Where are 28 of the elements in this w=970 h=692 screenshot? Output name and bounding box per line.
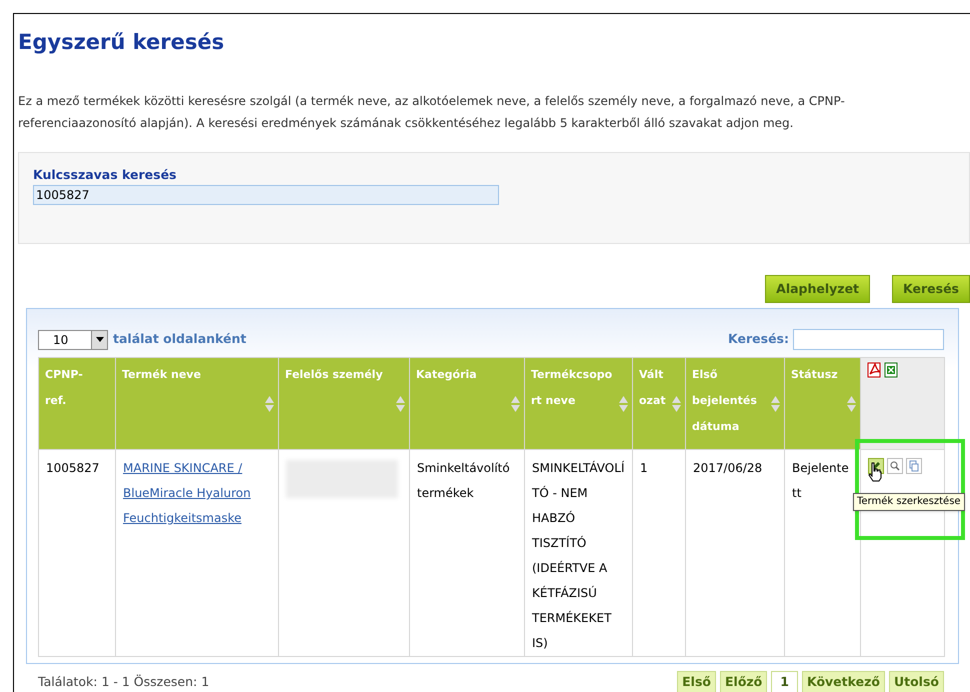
tooltip: Termék szerkesztése [853,493,965,511]
hand-cursor-icon [868,462,882,482]
pdf-export-icon[interactable] [867,362,882,378]
keyword-label: Kulcsszavas keresés [33,167,176,182]
action-button[interactable]: Keresés [892,275,970,303]
results-summary: Találatok: 1 - 1 Összesen: 1 [38,672,210,691]
magnifier-icon[interactable] [887,458,903,474]
table-cell-text: Bejelentett [792,460,850,502]
current-page-button[interactable]: 1 [771,671,798,692]
table-cell-text: 1005827 [46,460,100,477]
keyword-input[interactable]: 1005827 [33,185,499,205]
excel-export-icon[interactable] [884,362,899,378]
pager-button[interactable]: Következő [802,671,885,692]
page-title: Egyszerű keresés [18,29,224,56]
pager-button[interactable]: Előző [720,671,768,692]
table-cell-text: SMINKELTÁVOLÍTÓ - NEM HABZÓ TISZTÍTÓ (IDEÉRTVE A KÉTFÁZISÚ TERMÉKEKET IS) [532,460,625,652]
filter-label: Keresés: [728,330,789,348]
table-cell-text: 1 [640,460,649,477]
page-size-label: találat oldalanként [113,330,246,348]
description-text: Ez a mező termékek közötti keresésre szolgál (a termék neve, az alkotóelemek neve, a felelős személy neve, a forgalmazó neve, a CPNP-referenciaazonosító alapján). A keresési eredmények számának csökkentéséhez legalább 5 karakterből álló szavakat adjon meg. [18,93,846,132]
page-size-select[interactable]: 10 [38,330,108,350]
filter-input[interactable] [793,329,944,350]
table-cell-text: Sminkeltávolító termékek [417,460,511,502]
pager-button[interactable]: Első [677,671,716,692]
table-cell-text: 2017/06/28 [693,460,764,477]
pager-button[interactable]: Utolsó [888,671,944,692]
copy-icon[interactable] [906,458,922,474]
action-button[interactable]: Alaphelyzet [765,275,870,303]
